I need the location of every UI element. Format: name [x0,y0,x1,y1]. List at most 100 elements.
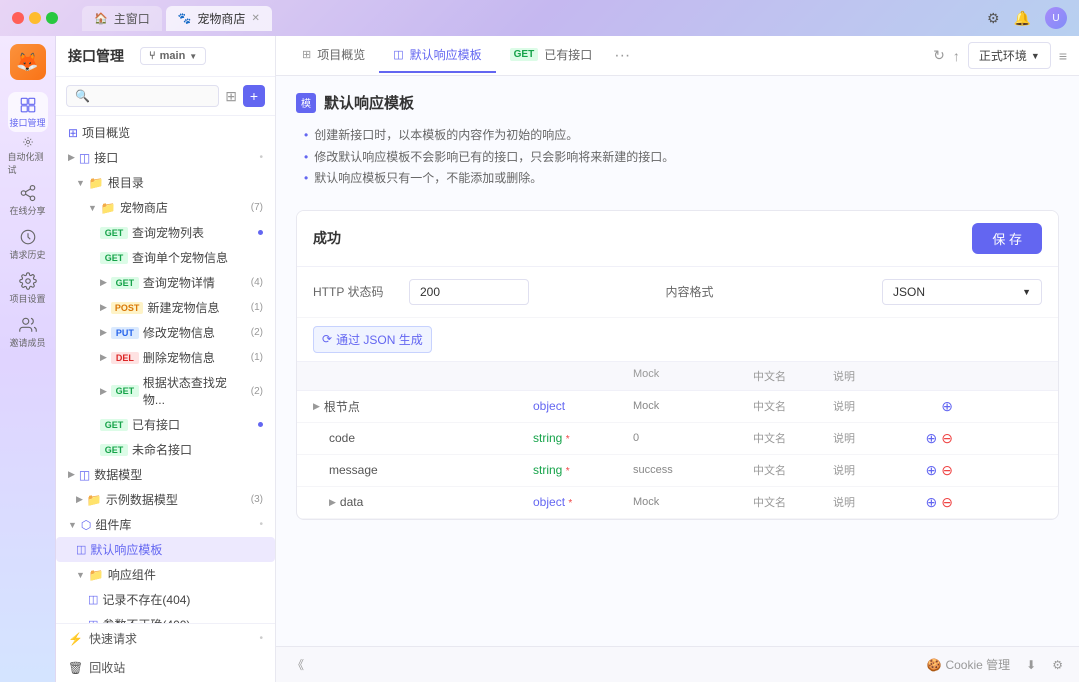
tree-item-record-not-found[interactable]: ◫ 记录不存在(404) [56,587,275,612]
content-body: 模 默认响应模板 创建新接口时，以本模板的内容作为初始的响应。 修改默认响应模板… [276,76,1079,646]
tree-item-root[interactable]: ▼ 📁 根目录 [56,170,275,195]
remove-field-button[interactable]: ⊖ [941,494,953,511]
minimize-button[interactable] [29,12,41,24]
add-field-button[interactable]: ⊕ [941,398,953,415]
tree-item-project-overview[interactable]: ⊞ 项目概览 [56,120,275,145]
tree-item-query-single[interactable]: GET 查询单个宠物信息 [56,245,275,270]
required-star: * [566,466,570,477]
http-status-input[interactable] [409,279,529,305]
tree-item-components[interactable]: ▼ ⬡ 组件库 • [56,512,275,537]
tree-item-modify-pet[interactable]: ▶ PUT 修改宠物信息 (2) [56,320,275,345]
chevron-right-icon: ▶ [76,494,83,505]
field-label: message [329,463,378,477]
add-field-button[interactable]: ⊕ [926,494,938,511]
branch-label: main [160,50,186,62]
method-badge-get: GET [100,252,128,264]
col-type [533,368,633,384]
add-field-button[interactable]: ⊕ [926,462,938,479]
upload-icon[interactable]: ↑ [953,48,960,64]
more-tabs-button[interactable]: ··· [606,47,638,65]
collapse-button[interactable]: 《 [292,656,304,673]
tree-item-query-detail[interactable]: ▶ GET 查询宠物详情 (4) [56,270,275,295]
title-bar-right: ⚙ 🔔 U [987,7,1067,29]
bell-icon[interactable]: 🔔 [1014,10,1031,27]
title-bar: 🏠 主窗口 🐾 宠物商店 ✕ ⚙ 🔔 U [0,0,1079,36]
tree-label: 已有接口 [132,416,180,433]
tree-label: 项目概览 [82,124,130,141]
method-badge-post: POST [111,302,144,314]
maximize-button[interactable] [46,12,58,24]
avatar[interactable]: U [1045,7,1067,29]
folder-icon: 📁 [87,493,102,507]
save-button[interactable]: 保 存 [972,223,1042,254]
tab-project-overview[interactable]: ⊞ 项目概览 [288,38,379,73]
mock-value: Mock [633,400,753,412]
tree-item-data-model[interactable]: ▶ ◫ 数据模型 [56,462,275,487]
method-badge-get: GET [100,419,128,431]
content-tabs: ⊞ 项目概览 ◫ 默认响应模板 GET 已有接口 ··· ↻ ↑ 正式环境 ▼ … [276,36,1079,76]
branch-selector[interactable]: ⑂ main ▼ [140,47,206,65]
tree-item-example-model[interactable]: ▶ 📁 示例数据模型 (3) [56,487,275,512]
info-item-1: 创建新接口时，以本模板的内容作为初始的响应。 [304,125,1059,147]
tree-item-existing-api[interactable]: GET 已有接口 [56,412,275,437]
sidebar-item-history[interactable]: 请求历史 [8,224,48,264]
tab-home[interactable]: 🏠 主窗口 [82,6,162,31]
more-menu-icon[interactable]: ≡ [1059,48,1067,64]
tab-default-response[interactable]: ◫ 默认响应模板 [379,38,495,73]
sidebar-item-invite[interactable]: 邀请成员 [8,312,48,352]
tree-item-param-error[interactable]: ◫ 参数不正确(400) [56,612,275,623]
nav-bottom: ⚡ 快速请求 • 🗑 回收站 [56,623,275,682]
tab-label: 默认响应模板 [410,46,482,63]
settings-button[interactable]: ⚙ [1052,658,1063,672]
tree-item-default-template[interactable]: ◫ 默认响应模板 [56,537,275,562]
chevron-right-icon: ▶ [100,386,107,397]
nav-header: 接口管理 ⑂ main ▼ [56,36,275,77]
search-input[interactable] [94,89,210,103]
filter-icon[interactable]: ⊞ [225,88,237,105]
sidebar-item-settings[interactable]: 项目设置 [8,268,48,308]
remove-field-button[interactable]: ⊖ [941,430,953,447]
recycle-item[interactable]: 🗑 回收站 [56,653,275,682]
sidebar-item-share[interactable]: 在线分享 [8,180,48,220]
refresh-icon[interactable]: ↻ [933,47,945,64]
tree-label: 删除宠物信息 [143,349,215,366]
sidebar-label-settings: 项目设置 [9,292,45,305]
env-selector[interactable]: 正式环境 ▼ [968,42,1051,69]
tree-item-query-by-status[interactable]: ▶ GET 根据状态查找宠物... (2) [56,370,275,412]
tree-item-new-pet[interactable]: ▶ POST 新建宠物信息 (1) [56,295,275,320]
tab-close-icon[interactable]: ✕ [251,13,259,24]
chevron-right-icon: ▶ [68,152,75,163]
chevron-right-icon: ▶ [100,352,107,363]
table-header: Mock 中文名 说明 [297,362,1058,391]
add-field-button[interactable]: ⊕ [926,430,938,447]
tree-item-delete-pet[interactable]: ▶ DEL 删除宠物信息 (1) [56,345,275,370]
content-format-selector[interactable]: JSON ▼ [882,279,1042,305]
settings-icon[interactable]: ⚙ [987,10,1000,27]
sidebar-item-interface[interactable]: 接口管理 [8,92,48,132]
chevron-right-icon: ▶ [100,327,107,338]
sidebar-item-automation[interactable]: 自动化测试 [8,136,48,176]
tree-item-unnamed-api[interactable]: GET 未命名接口 [56,437,275,462]
generate-label: 通过 JSON 生成 [336,331,423,348]
cookie-manager-button[interactable]: 🍪 Cookie 管理 [927,656,1011,673]
tree-label: 修改宠物信息 [143,324,215,341]
chevron-down-icon: ▼ [68,520,77,530]
component-icon: ⬡ [81,518,91,532]
import-button[interactable]: ⬇ [1026,658,1036,672]
tab-existing-api[interactable]: GET 已有接口 [496,38,607,73]
quick-request-item[interactable]: ⚡ 快速请求 • [56,624,275,653]
info-list: 创建新接口时，以本模板的内容作为初始的响应。 修改默认响应模板不会影响已有的接口… [296,125,1059,190]
tree-item-pet-shop[interactable]: ▼ 📁 宠物商店 (7) [56,195,275,220]
tab-pet-shop[interactable]: 🐾 宠物商店 ✕ [166,6,272,31]
close-button[interactable] [12,12,24,24]
tree-item-query-pets[interactable]: GET 查询宠物列表 [56,220,275,245]
add-button[interactable]: + [243,85,265,107]
tree-item-response-components[interactable]: ▼ 📁 响应组件 [56,562,275,587]
row-actions: ⊕ ⊖ [893,494,953,511]
item-count: (1) [251,302,263,313]
tree-item-interface[interactable]: ▶ ◫ 接口 • [56,145,275,170]
tree-label: 查询宠物列表 [132,224,204,241]
remove-field-button[interactable]: ⊖ [941,462,953,479]
json-generate-button[interactable]: ⟳ 通过 JSON 生成 [313,326,432,353]
field-type: string [533,463,562,477]
